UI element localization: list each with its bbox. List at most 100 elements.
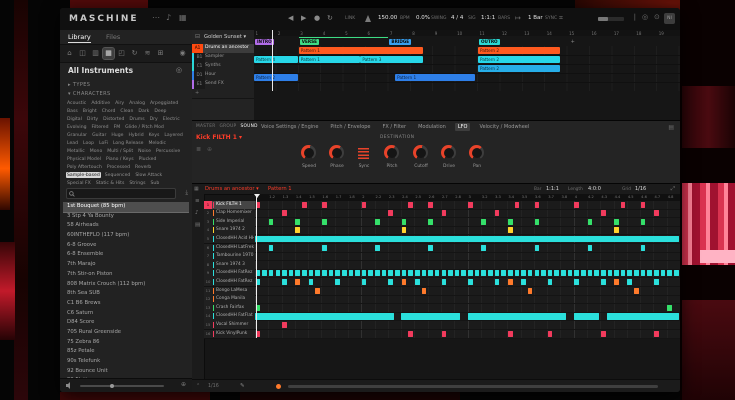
step-cell[interactable] xyxy=(508,331,513,337)
controller-icon[interactable]: ▦ xyxy=(179,13,187,22)
character-tag[interactable]: Processed xyxy=(106,164,131,170)
character-tag[interactable]: Arpeggiated xyxy=(149,100,179,106)
step-cell[interactable] xyxy=(541,270,546,276)
character-tag[interactable]: Deep xyxy=(153,108,167,114)
step-cell[interactable] xyxy=(661,270,666,276)
step-cell[interactable] xyxy=(442,279,447,285)
sound-row[interactable]: 16Kick VinylPunk xyxy=(204,330,255,340)
character-tag[interactable]: FM xyxy=(113,124,122,130)
character-tag[interactable]: Dry xyxy=(149,116,159,122)
step-cell[interactable] xyxy=(329,270,334,276)
character-tag[interactable]: Static & Hits xyxy=(95,180,126,186)
step-cell[interactable] xyxy=(488,270,493,276)
plugin-page-tab[interactable]: Modulation xyxy=(415,123,449,131)
pencil-icon[interactable]: ✎ xyxy=(240,383,245,389)
step-cell[interactable] xyxy=(302,202,307,208)
step-cell[interactable] xyxy=(654,331,659,337)
step-cell[interactable] xyxy=(641,202,646,208)
step-cell[interactable] xyxy=(601,270,606,276)
home-icon[interactable]: ⌂ xyxy=(64,48,75,59)
oneshots-icon[interactable]: ≋ xyxy=(142,48,153,59)
accent-step-cell[interactable] xyxy=(402,279,407,285)
scene-header[interactable]: BRIDGE xyxy=(389,39,411,45)
link-toggle[interactable]: LINK xyxy=(345,16,355,21)
character-tag[interactable]: Long Release xyxy=(112,140,145,146)
characters-section[interactable]: ▾ CHARACTERS xyxy=(68,91,111,97)
browser-result-item[interactable]: 92 Bounce Unit xyxy=(63,367,189,377)
step-cell[interactable] xyxy=(641,270,646,276)
character-tag[interactable]: Drums xyxy=(128,116,145,122)
character-tag[interactable]: LoFi xyxy=(98,140,109,146)
step-cell[interactable] xyxy=(468,279,473,285)
project-icon[interactable]: ⊟ xyxy=(195,33,200,40)
character-tag[interactable]: Noise xyxy=(137,148,152,154)
step-cell[interactable] xyxy=(641,219,646,225)
character-tag[interactable]: Special FX xyxy=(66,180,92,186)
browser-result-item[interactable]: 85z Petale xyxy=(63,347,189,357)
step-cell[interactable] xyxy=(315,288,320,294)
arranger-clip[interactable]: Pattern 2 xyxy=(254,74,298,82)
arranger-clip[interactable]: Pattern 2 xyxy=(478,56,560,64)
character-tag[interactable]: Chord xyxy=(101,108,117,114)
step-cell[interactable] xyxy=(442,331,447,337)
step-cell[interactable] xyxy=(548,279,553,285)
channel-tab-sound[interactable]: SOUND xyxy=(240,124,257,129)
character-tag[interactable]: Sequenced xyxy=(104,172,132,178)
step-cell[interactable] xyxy=(282,270,287,276)
accent-step-cell[interactable] xyxy=(295,279,300,285)
control-sound-name[interactable]: Kick FILTH 1 ▾ xyxy=(196,134,242,141)
disk-icon[interactable]: ◫ xyxy=(77,48,88,59)
step-cell[interactable] xyxy=(475,270,480,276)
step-cell[interactable] xyxy=(481,245,486,251)
step-cell[interactable] xyxy=(448,270,453,276)
character-tag[interactable]: Loop xyxy=(82,140,95,146)
step-cell[interactable] xyxy=(422,270,427,276)
controller-indicator-icon[interactable]: ◎ xyxy=(642,13,648,21)
step-cell[interactable] xyxy=(588,219,593,225)
knob-phase[interactable] xyxy=(329,145,344,160)
character-tag[interactable]: Filtered xyxy=(91,124,110,130)
step-cell[interactable] xyxy=(495,279,500,285)
character-tag[interactable]: Clean xyxy=(119,108,134,114)
step-cell[interactable] xyxy=(641,245,646,251)
follow-toggle[interactable] xyxy=(276,384,281,389)
length-value[interactable]: 4:0:0 xyxy=(588,186,601,192)
step-cell[interactable] xyxy=(654,270,659,276)
character-tag[interactable]: Bright xyxy=(82,108,98,114)
step-cell[interactable] xyxy=(634,270,639,276)
browser-result-item[interactable]: 705 Rural Greenside xyxy=(63,328,189,338)
arranger-playhead[interactable] xyxy=(272,30,273,91)
step-cell[interactable] xyxy=(495,210,500,216)
step-cell[interactable] xyxy=(382,270,387,276)
prehear-speaker-icon[interactable] xyxy=(66,382,74,389)
step-span[interactable] xyxy=(607,313,679,320)
step-cell[interactable] xyxy=(428,245,433,251)
character-tag[interactable]: Piano / Keys xyxy=(105,156,135,162)
step-cell[interactable] xyxy=(461,270,466,276)
step-cell[interactable] xyxy=(262,270,267,276)
step-cell[interactable] xyxy=(322,219,327,225)
add-plugin-icon[interactable]: ⊕ xyxy=(207,146,212,153)
sync-stepper[interactable] xyxy=(358,148,369,159)
audio-engine-icon[interactable]: ♪ xyxy=(166,13,171,22)
knob-cutoff[interactable] xyxy=(413,145,428,160)
character-tag[interactable]: Melodic xyxy=(147,140,167,146)
step-cell[interactable] xyxy=(515,202,520,208)
step-cell[interactable] xyxy=(614,219,619,225)
metronome-icon[interactable] xyxy=(365,15,371,22)
step-cell[interactable] xyxy=(362,202,367,208)
step-cell[interactable] xyxy=(548,331,553,337)
step-cell[interactable] xyxy=(388,279,393,285)
knob-speed[interactable] xyxy=(301,145,316,160)
step-cell[interactable] xyxy=(508,270,513,276)
step-cell[interactable] xyxy=(535,245,540,251)
group-row[interactable]: + xyxy=(192,89,254,99)
add-group-button[interactable]: + xyxy=(195,90,199,96)
step-cell[interactable] xyxy=(455,270,460,276)
step-span[interactable] xyxy=(574,313,599,320)
time-signature[interactable]: 4 / 4 xyxy=(451,15,463,21)
step-cell[interactable] xyxy=(362,270,367,276)
step-cell[interactable] xyxy=(535,270,540,276)
character-tag[interactable]: Granular xyxy=(66,132,88,138)
step-cell[interactable] xyxy=(581,270,586,276)
